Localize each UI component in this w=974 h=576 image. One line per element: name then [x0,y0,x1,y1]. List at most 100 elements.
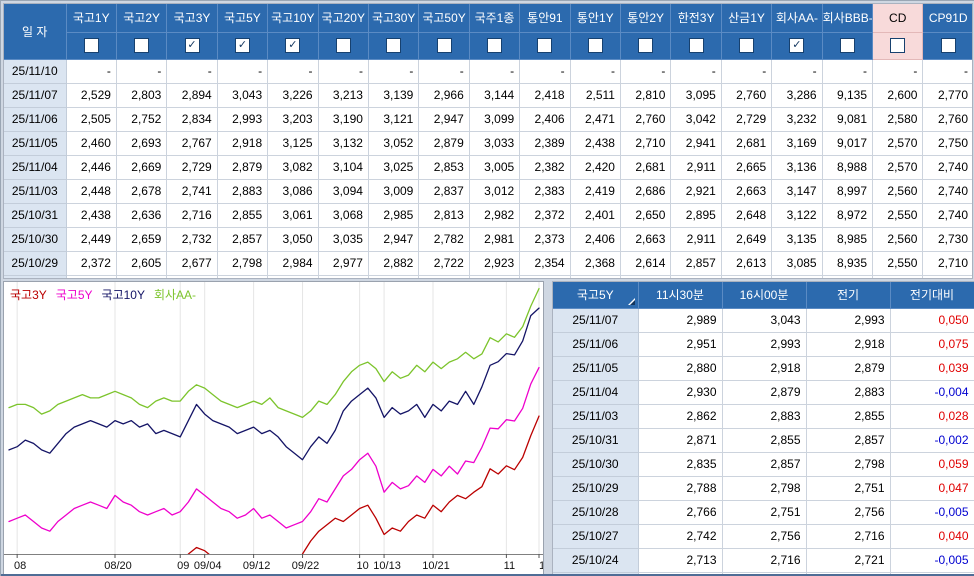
column-header-통안1Y[interactable]: 통안1Y [570,4,621,33]
column-header-국고2Y[interactable]: 국고2Y [116,4,168,33]
value-1130: 2,862 [638,404,723,429]
series-checkbox-국주1종-unchecked[interactable] [486,38,502,53]
x-tick-label: 10/13 [373,560,401,572]
right-column-header-1[interactable]: 11시30분 [638,282,723,309]
yield-cell: 2,740 [922,155,972,180]
value-prev: 2,918 [806,332,891,357]
yield-cell: - [217,59,269,84]
series-checkbox-회사BBB--unchecked[interactable] [839,38,855,53]
series-checkbox-국고2Y-unchecked[interactable] [134,38,150,53]
series-checkbox-국고20Y-unchecked[interactable] [335,38,351,53]
column-header-국고1Y[interactable]: 국고1Y [66,4,117,33]
value-diff: 0,059 [890,452,974,477]
sort-indicator-icon [627,297,635,305]
clipped-row [4,275,972,278]
table-row: 25/10/31 2,438 2,636 2,716 2,855 3,061 3,068 2,… [4,203,972,228]
yield-cell: 2,760 [922,107,972,132]
row-date: 25/10/30 [553,452,639,477]
date-column-header: 일 자 [4,4,67,60]
series-checkbox-국고30Y-unchecked[interactable] [386,38,402,53]
series-checkbox-통안1Y-unchecked[interactable] [587,38,603,53]
clipped-row [553,572,974,574]
value-1600: 2,798 [722,476,807,501]
value-prev: 2,721 [806,548,891,573]
series-checkbox-산금1Y-unchecked[interactable] [739,38,754,53]
column-header-통안2Y[interactable]: 통안2Y [620,4,672,33]
series-checkbox-국고50Y-unchecked[interactable] [436,38,452,53]
yield-cell: 2,529 [66,83,117,108]
value-prev: 2,883 [806,380,891,405]
yield-cell: 2,921 [670,179,722,204]
yield-cell: 3,104 [318,155,369,180]
table-row: 25/11/03 2,862 2,883 2,855 0,028 [553,404,974,429]
series-line-국고5Y [8,366,540,532]
yield-cell: 2,732 [166,227,218,252]
column-header-국고50Y[interactable]: 국고50Y [418,4,470,33]
yield-cell: 2,550 [872,203,924,228]
right-column-header-0[interactable]: 국고5Y [553,282,639,309]
series-checkbox-국고10Y-checked[interactable]: ✓ [285,38,301,53]
right-column-header-2[interactable]: 16시00분 [722,282,807,309]
row-date: 25/11/10 [4,59,67,84]
series-checkbox-CD-unchecked[interactable] [890,38,906,53]
ktb5y-intraday-table: 국고5Y 11시30분 16시00분 전기 전기대비 25/11/07 2,989 3,04… [553,282,974,574]
bond-rates-window: { "colors":{ "header_blue":"#2c6aae", "h… [0,0,974,576]
row-date: 25/10/24 [553,548,639,573]
column-header-국고20Y[interactable]: 국고20Y [318,4,369,33]
value-1130: 2,930 [638,380,723,405]
x-tick-label: 09/12 [243,560,271,572]
column-header-회사AA-[interactable]: 회사AA- [771,4,823,33]
yield-cell: 2,837 [418,179,470,204]
column-header-국고5Y[interactable]: 국고5Y [217,4,269,33]
yield-cell: 2,693 [116,131,168,156]
yield-cell: 3,122 [771,203,823,228]
column-header-국주1종[interactable]: 국주1종 [469,4,521,33]
column-header-산금1Y[interactable]: 산금1Y [721,4,773,33]
yield-cell: 2,966 [418,83,470,108]
yield-cell: 2,895 [670,203,722,228]
value-prev: 2,751 [806,476,891,501]
series-line-국고3Y [187,415,540,554]
value-1130: 2,835 [638,452,723,477]
table-row: 25/11/07 2,529 2,803 2,894 3,043 3,226 3,213 3,… [4,83,972,108]
series-checkbox-회사AA--checked[interactable]: ✓ [789,38,805,53]
column-header-국고10Y[interactable]: 국고10Y [267,4,319,33]
yield-cell: - [66,59,117,84]
yield-cell: 2,741 [166,179,218,204]
series-checkbox-국고1Y-unchecked[interactable] [83,38,99,53]
yield-cell: 3,135 [771,227,823,252]
table-row: 25/11/06 2,505 2,752 2,834 2,993 3,203 3,190 3,… [4,107,972,132]
series-checkbox-국고5Y-checked[interactable]: ✓ [234,38,250,53]
right-column-header-3[interactable]: 전기 [806,282,891,309]
column-header-국고3Y[interactable]: 국고3Y [166,4,218,33]
column-header-CP91D[interactable]: CP91D [922,4,972,33]
column-header-국고30Y[interactable]: 국고30Y [368,4,420,33]
yield-cell: 9,135 [822,83,874,108]
yield-cell: 3,025 [368,155,420,180]
column-header-한전3Y[interactable]: 한전3Y [670,4,722,33]
column-header-통안91[interactable]: 통안91 [519,4,571,33]
value-1600: 2,993 [722,332,807,357]
yield-cell: - [620,59,672,84]
yield-cell: 2,879 [217,155,269,180]
series-checkbox-통안2Y-unchecked[interactable] [638,38,654,53]
series-checkbox-CP91D-unchecked[interactable] [940,38,956,53]
yield-cell: 8,988 [822,155,874,180]
yield-cell: 2,686 [620,179,672,204]
table-row: 25/11/03 2,448 2,678 2,741 2,883 3,086 3,094 3,… [4,179,972,204]
right-column-header-4[interactable]: 전기대비 [890,282,974,309]
series-checkbox-국고3Y-checked[interactable]: ✓ [184,38,200,53]
yield-cell: 3,068 [318,203,369,228]
yield-cell: 3,190 [318,107,369,132]
yield-cell: - [771,59,823,84]
table-row: 25/10/31 2,871 2,855 2,857 -0,002 [553,428,974,453]
column-header-CD[interactable]: CD [872,4,924,33]
value-prev: 2,857 [806,428,891,453]
table-row: 25/11/04 2,930 2,879 2,883 -0,004 [553,380,974,405]
series-checkbox-통안91-unchecked[interactable] [537,38,553,53]
column-header-회사BBB-[interactable]: 회사BBB- [822,4,874,33]
yield-cell: 3,213 [318,83,369,108]
yield-cell: 2,406 [519,107,571,132]
series-checkbox-한전3Y-unchecked[interactable] [688,38,704,53]
yield-cell: 9,081 [822,107,874,132]
